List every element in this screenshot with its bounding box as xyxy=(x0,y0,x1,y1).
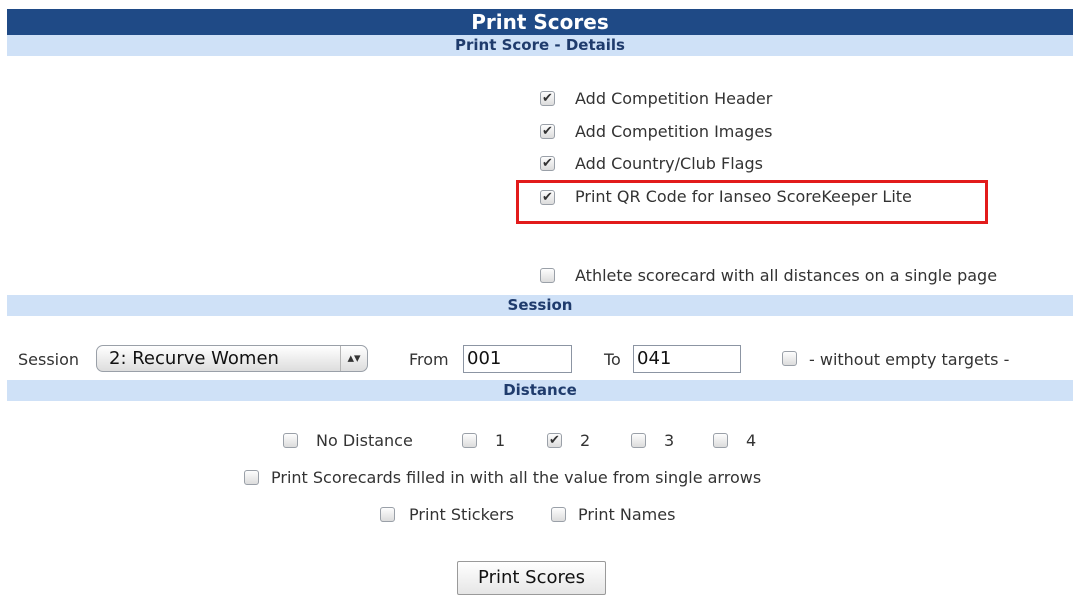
no-distance-label: No Distance xyxy=(316,431,413,450)
no-distance-checkbox[interactable] xyxy=(283,433,298,448)
add-competition-header-label: Add Competition Header xyxy=(575,89,773,108)
session-section-heading: Session xyxy=(7,295,1073,316)
distance-4-checkbox[interactable] xyxy=(713,433,728,448)
distance-2-label: 2 xyxy=(580,431,591,450)
print-scores-panel: Print Scores Print Score - Details ✔ Add… xyxy=(7,9,1073,609)
single-page-scorecard-label: Athlete scorecard with all distances on … xyxy=(575,266,998,285)
distance-3-label: 3 xyxy=(664,431,675,450)
add-competition-images-checkbox[interactable]: ✔ xyxy=(540,124,555,139)
distance-4-label: 4 xyxy=(746,431,757,450)
without-empty-targets-checkbox[interactable] xyxy=(782,351,797,366)
session-select[interactable]: 2: Recurve Women ▴▾ xyxy=(96,345,368,372)
session-selected-value: 2: Recurve Women xyxy=(109,348,279,369)
add-country-club-flags-checkbox[interactable]: ✔ xyxy=(540,156,555,171)
add-competition-header-checkbox[interactable]: ✔ xyxy=(540,91,555,106)
details-section-heading: Print Score - Details xyxy=(7,35,1073,56)
add-competition-images-label: Add Competition Images xyxy=(575,122,773,141)
distance-2-checkbox[interactable]: ✔ xyxy=(547,433,562,448)
to-label: To xyxy=(604,350,621,369)
print-stickers-checkbox[interactable] xyxy=(380,507,395,522)
to-input[interactable]: 041 xyxy=(633,345,741,373)
add-country-club-flags-label: Add Country/Club Flags xyxy=(575,154,763,173)
from-label: From xyxy=(409,350,449,369)
single-page-scorecard-checkbox[interactable] xyxy=(540,268,555,283)
print-qr-code-label: Print QR Code for Ianseo ScoreKeeper Lit… xyxy=(575,187,912,206)
distance-section-heading: Distance xyxy=(7,380,1073,401)
from-input[interactable]: 001 xyxy=(463,345,572,373)
single-arrows-label: Print Scorecards filled in with all the … xyxy=(271,468,762,487)
single-arrows-checkbox[interactable] xyxy=(244,470,259,485)
page-title: Print Scores xyxy=(7,9,1073,35)
without-empty-targets-label: - without empty targets - xyxy=(809,350,1010,369)
distance-1-checkbox[interactable] xyxy=(462,433,477,448)
distance-1-label: 1 xyxy=(495,431,506,450)
distance-3-checkbox[interactable] xyxy=(631,433,646,448)
print-names-label: Print Names xyxy=(578,505,676,524)
print-names-checkbox[interactable] xyxy=(551,507,566,522)
print-qr-code-checkbox[interactable]: ✔ xyxy=(540,190,555,205)
print-scores-button[interactable]: Print Scores xyxy=(457,561,606,595)
select-arrows-icon: ▴▾ xyxy=(340,346,367,371)
session-label: Session xyxy=(18,350,80,369)
print-stickers-label: Print Stickers xyxy=(409,505,515,524)
